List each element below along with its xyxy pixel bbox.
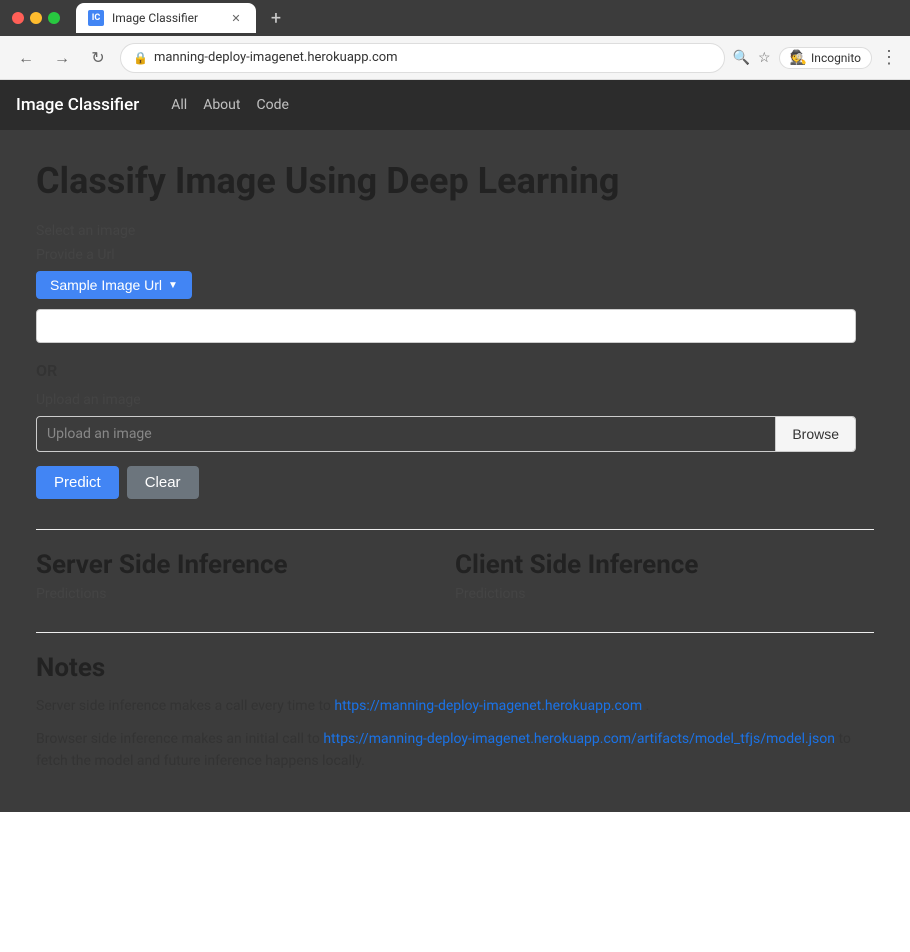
address-bar-icons: 🔍 ☆ 🕵️ Incognito ⋮	[733, 47, 898, 69]
browser-menu-button[interactable]: ⋮	[880, 47, 898, 68]
inference-row: Server Side Inference Predictions Client…	[36, 550, 874, 602]
title-bar: IC Image Classifier ✕ +	[0, 0, 910, 36]
url-input[interactable]	[36, 309, 856, 343]
incognito-badge: 🕵️ Incognito	[779, 47, 872, 69]
incognito-label: Incognito	[811, 51, 861, 65]
forward-button[interactable]: →	[48, 44, 76, 72]
browse-button[interactable]: Browse	[775, 417, 855, 451]
app-brand: Image Classifier	[16, 95, 139, 115]
notes-title: Notes	[36, 653, 874, 683]
select-image-label: Select an image	[36, 223, 874, 239]
sample-image-url-label: Sample Image Url	[50, 277, 162, 293]
app-navbar: Image Classifier All About Code	[0, 80, 910, 130]
client-inference-col: Client Side Inference Predictions	[455, 550, 874, 602]
upload-input-placeholder: Upload an image	[37, 426, 775, 442]
notes-line-1: Server side inference makes a call every…	[36, 695, 874, 717]
upload-section: Upload an image Upload an image Browse	[36, 392, 874, 452]
page-title: Classify Image Using Deep Learning	[36, 160, 874, 203]
dropdown-caret-icon: ▼	[168, 280, 178, 291]
tab-bar: IC Image Classifier ✕ +	[76, 3, 898, 33]
tab-favicon: IC	[88, 10, 104, 26]
predict-button[interactable]: Predict	[36, 466, 119, 499]
url-section: Provide a Url Sample Image Url ▼	[36, 247, 874, 343]
address-bar-row: ← → ↻ 🔒 manning-deploy-imagenet.herokuap…	[0, 36, 910, 80]
server-predictions-label: Predictions	[36, 586, 455, 602]
close-traffic-light[interactable]	[12, 12, 24, 24]
upload-placeholder-text: Upload an image	[47, 426, 152, 442]
notes-section: Notes Server side inference makes a call…	[36, 653, 874, 772]
notes-line1-before: Server side inference makes a call every…	[36, 698, 334, 714]
upload-label: Upload an image	[36, 392, 874, 408]
notes-link-1[interactable]: https://manning-deploy-imagenet.herokuap…	[334, 698, 642, 714]
notes-divider	[36, 632, 874, 633]
traffic-lights	[12, 12, 60, 24]
new-tab-button[interactable]: +	[264, 6, 288, 30]
inference-divider	[36, 529, 874, 530]
nav-link-about[interactable]: About	[203, 97, 240, 113]
client-inference-title: Client Side Inference	[455, 550, 874, 580]
reload-button[interactable]: ↻	[84, 44, 112, 72]
nav-link-all[interactable]: All	[171, 97, 187, 113]
incognito-icon: 🕵️	[790, 50, 807, 66]
notes-link-2[interactable]: https://manning-deploy-imagenet.herokuap…	[323, 731, 835, 747]
provide-url-label: Provide a Url	[36, 247, 874, 263]
action-buttons: Predict Clear	[36, 466, 874, 499]
active-tab[interactable]: IC Image Classifier ✕	[76, 3, 256, 33]
nav-links: All About Code	[171, 97, 289, 113]
sample-image-url-button[interactable]: Sample Image Url ▼	[36, 271, 192, 299]
notes-line-2: Browser side inference makes an initial …	[36, 728, 874, 773]
bookmark-icon[interactable]: ☆	[758, 50, 771, 66]
or-divider: OR	[36, 361, 874, 380]
lock-icon: 🔒	[133, 51, 148, 65]
url-text: manning-deploy-imagenet.herokuapp.com	[154, 50, 712, 65]
server-inference-title: Server Side Inference	[36, 550, 455, 580]
client-predictions-label: Predictions	[455, 586, 874, 602]
tab-close-button[interactable]: ✕	[228, 10, 244, 26]
upload-row: Upload an image Browse	[36, 416, 856, 452]
nav-link-code[interactable]: Code	[256, 97, 288, 113]
maximize-traffic-light[interactable]	[48, 12, 60, 24]
search-icon[interactable]: 🔍	[733, 50, 750, 66]
tab-title: Image Classifier	[112, 11, 220, 25]
browser-window: IC Image Classifier ✕ + ← → ↻ 🔒 manning-…	[0, 0, 910, 812]
minimize-traffic-light[interactable]	[30, 12, 42, 24]
address-bar[interactable]: 🔒 manning-deploy-imagenet.herokuapp.com	[120, 43, 725, 73]
notes-line1-after: .	[642, 698, 649, 714]
clear-button[interactable]: Clear	[127, 466, 199, 499]
notes-line2-before: Browser side inference makes an initial …	[36, 731, 323, 747]
server-inference-col: Server Side Inference Predictions	[36, 550, 455, 602]
back-button[interactable]: ←	[12, 44, 40, 72]
main-content: Classify Image Using Deep Learning Selec…	[0, 130, 910, 812]
